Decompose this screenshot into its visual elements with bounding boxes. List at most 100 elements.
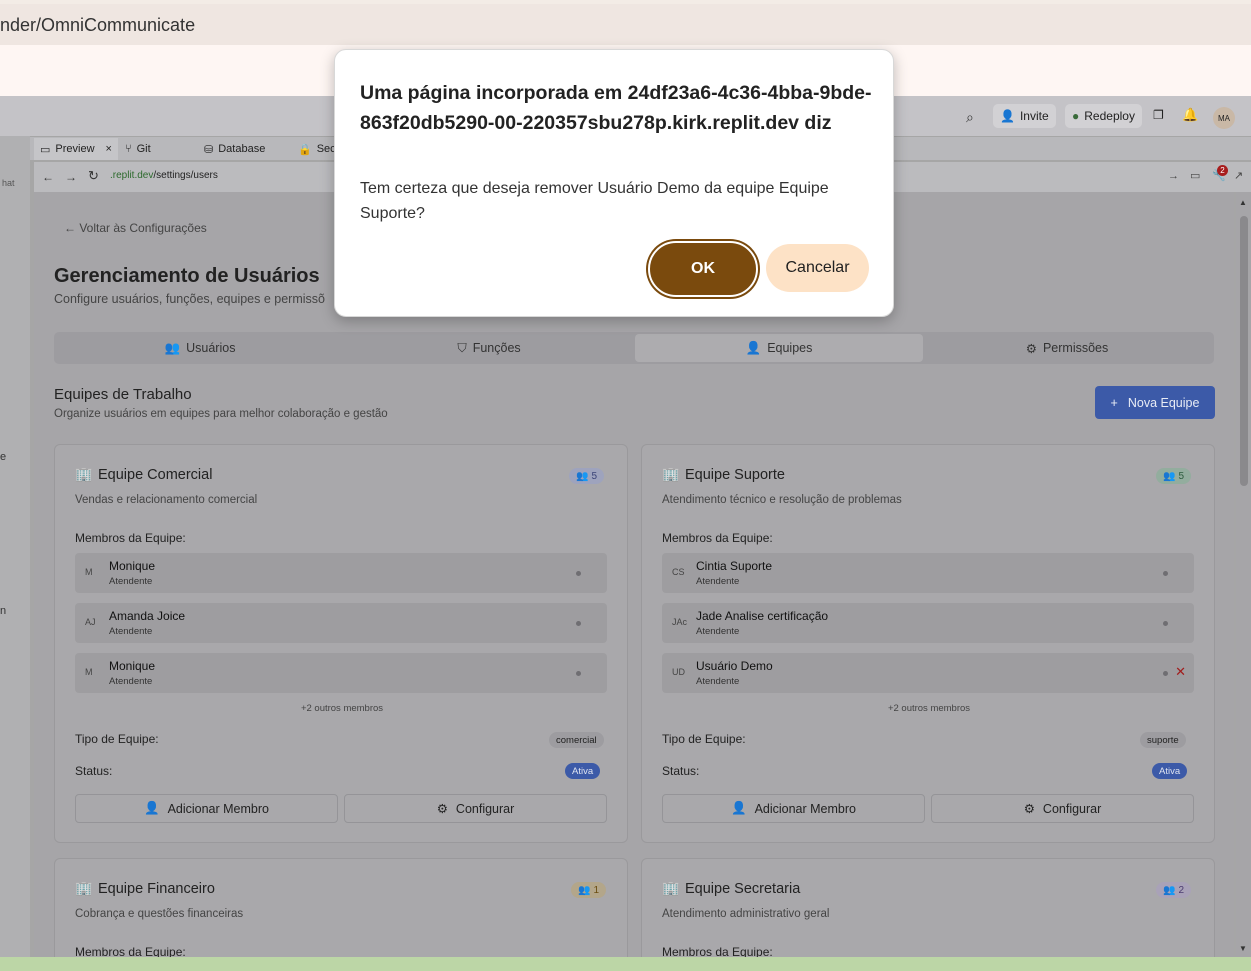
- scroll-up-icon[interactable]: ▲: [1239, 198, 1247, 207]
- configure-button[interactable]: ⚙ Configurar: [931, 794, 1194, 823]
- list-item: CS Cintia Suporte Atendente: [662, 553, 1194, 593]
- team-name: Equipe Financeiro: [98, 881, 215, 897]
- team-card-suporte: 🏢 Equipe Suporte 👥 5 Atendimento técnico …: [641, 444, 1215, 843]
- remove-member-icon[interactable]: ✕: [1175, 664, 1186, 680]
- building-icon: 🏢: [75, 880, 93, 896]
- invite-button[interactable]: 👤 Invite: [993, 104, 1056, 128]
- add-user-icon: 👤: [143, 801, 160, 815]
- more-members: +2 outros membros: [300, 703, 384, 714]
- section-subtitle: Organize usuários em equipes para melhor…: [54, 408, 388, 420]
- users-icon: 👥: [1163, 470, 1176, 482]
- left-panel: [0, 136, 30, 971]
- tab-equipes[interactable]: 👤 Equipes: [635, 334, 923, 362]
- page-subtitle: Configure usuários, funções, equipes e p…: [54, 292, 325, 306]
- team-card-secretaria: 🏢 Equipe Secretaria 👥 2 Atendimento admin…: [641, 858, 1215, 957]
- tab-usuarios[interactable]: 👥 Usuários: [56, 334, 344, 362]
- status-label: Status:: [662, 764, 700, 778]
- team-type-badge: suporte: [1140, 732, 1186, 748]
- team-description: Atendimento administrativo geral: [662, 908, 830, 920]
- list-item: AJ Amanda Joice Atendente: [75, 603, 607, 643]
- member-count-badge: 👥 2: [1156, 882, 1192, 898]
- tab-permissoes[interactable]: ⚙ Permissões: [923, 334, 1211, 362]
- users-icon: 👥: [1163, 884, 1176, 896]
- gear-icon: ⚙: [436, 802, 448, 816]
- add-user-icon: 👤: [730, 801, 747, 815]
- search-icon[interactable]: ⌕: [966, 109, 974, 126]
- close-icon[interactable]: ×: [106, 143, 112, 155]
- tab-preview[interactable]: ▭ Preview ×: [34, 138, 118, 160]
- team-type-label: Tipo de Equipe:: [75, 732, 159, 746]
- ok-button[interactable]: OK: [648, 241, 758, 297]
- add-member-button[interactable]: 👤 Adicionar Membro: [75, 794, 338, 823]
- users-icon: 👥: [164, 340, 181, 355]
- tab-git[interactable]: ⑂ Git: [119, 138, 157, 160]
- git-icon: ⑂: [125, 143, 132, 155]
- page-title: Gerenciamento de Usuários: [54, 265, 320, 287]
- team-card-comercial: 🏢 Equipe Comercial 👥 5 Vendas e relaciona…: [54, 444, 628, 843]
- tab-database[interactable]: ⛁ Database: [198, 138, 271, 160]
- member-count-badge: 👥 1: [571, 882, 607, 898]
- lock-icon: 🔒: [298, 143, 312, 156]
- bell-icon[interactable]: 🔔: [1182, 107, 1198, 123]
- cancel-button[interactable]: Cancelar: [766, 244, 869, 292]
- url-text: nder/OmniCommunicate: [0, 15, 196, 35]
- members-label: Membros da Equipe:: [75, 945, 186, 957]
- members-label: Membros da Equipe:: [662, 945, 773, 957]
- back-link[interactable]: ← Voltar às Configurações: [64, 221, 207, 235]
- members-label: Membros da Equipe:: [75, 531, 186, 545]
- team-description: Cobrança e questões financeiras: [75, 908, 244, 920]
- scroll-down-icon[interactable]: ▼: [1239, 944, 1247, 953]
- notification-badge: 2: [1217, 165, 1228, 176]
- building-icon: 🏢: [662, 466, 680, 482]
- status-badge: Ativa: [1152, 763, 1188, 779]
- more-members: +2 outros membros: [887, 703, 971, 714]
- copy-icon[interactable]: ❐: [1153, 108, 1164, 122]
- add-member-button[interactable]: 👤 Adicionar Membro: [662, 794, 925, 823]
- team-description: Vendas e relacionamento comercial: [75, 494, 258, 506]
- plus-icon: +: [1110, 395, 1118, 410]
- arrow-right-icon[interactable]: →: [1168, 170, 1179, 182]
- team-name: Equipe Secretaria: [685, 881, 801, 897]
- redeploy-button[interactable]: ● Redeploy: [1065, 104, 1142, 128]
- status-dot: [1163, 671, 1168, 676]
- database-icon: ⛁: [204, 143, 214, 156]
- configure-button[interactable]: ⚙ Configurar: [344, 794, 607, 823]
- forward-arrow-icon[interactable]: →: [65, 170, 77, 184]
- back-arrow-icon[interactable]: ←: [42, 170, 54, 184]
- status-dot: [576, 621, 581, 626]
- list-item: JAc Jade Analise certificação Atendente: [662, 603, 1194, 643]
- status-label: Status:: [75, 764, 113, 778]
- browser-url-bar[interactable]: nder/OmniCommunicate: [0, 4, 1251, 45]
- team-description: Atendimento técnico e resolução de probl…: [662, 494, 902, 506]
- device-icon[interactable]: ▭: [1190, 169, 1200, 182]
- list-item: UD Usuário Demo Atendente ✕: [662, 653, 1194, 693]
- scrollbar-thumb[interactable]: [1240, 216, 1248, 486]
- bottom-bar: [0, 957, 1251, 971]
- deploy-icon: ●: [1072, 109, 1080, 123]
- monitor-icon: ▭: [40, 143, 51, 156]
- team-type-label: Tipo de Equipe:: [662, 732, 746, 746]
- external-link-icon[interactable]: ↗: [1234, 169, 1243, 182]
- status-dot: [1163, 571, 1168, 576]
- users-icon: 👥: [578, 884, 591, 896]
- team-name: Equipe Comercial: [98, 467, 213, 483]
- avatar[interactable]: MA: [1213, 107, 1235, 129]
- tab-funcoes[interactable]: ⛉ Funções: [344, 334, 634, 362]
- dialog-message: Tem certeza que deseja remover Usuário D…: [360, 180, 829, 222]
- members-label: Membros da Equipe:: [662, 531, 773, 545]
- section-title: Equipes de Trabalho: [54, 386, 192, 403]
- preview-url[interactable]: .replit.dev/settings/users: [110, 170, 218, 181]
- gear-icon: ⚙: [1025, 341, 1037, 356]
- list-item: M Monique Atendente: [75, 553, 607, 593]
- left-fragment: e: [0, 451, 7, 463]
- shield-icon: ⛉: [457, 340, 467, 355]
- team-name: Equipe Suporte: [685, 467, 785, 483]
- new-team-button[interactable]: + Nova Equipe: [1095, 386, 1215, 419]
- dialog-title: Uma página incorporada em 24df23a6-4c36-…: [360, 82, 872, 134]
- add-user-icon: 👤: [1000, 109, 1015, 123]
- building-icon: 🏢: [662, 880, 680, 896]
- status-dot: [1163, 621, 1168, 626]
- team-card-financeiro: 🏢 Equipe Financeiro 👥 1 Cobrança e questõ…: [54, 858, 628, 957]
- member-count-badge: 👥 5: [569, 468, 605, 484]
- reload-icon[interactable]: ↻: [88, 168, 99, 184]
